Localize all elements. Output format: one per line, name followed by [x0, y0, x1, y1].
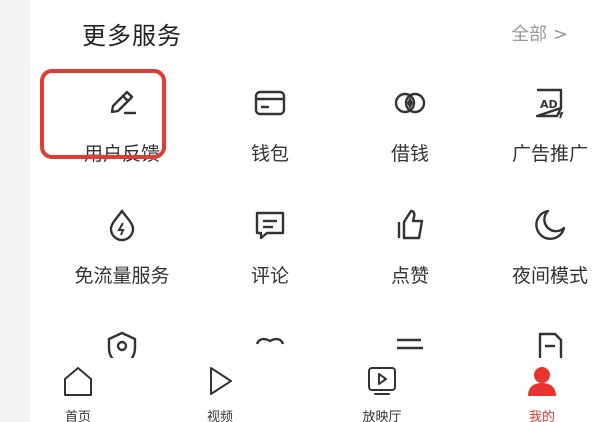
data-drop-icon: [109, 209, 135, 242]
shield-user-icon: [107, 331, 137, 358]
ad-icon: AD: [535, 88, 564, 119]
service-label: 借钱: [390, 143, 429, 165]
tab-label: 视频: [206, 410, 233, 422]
app-screen: 更多服务 全部 > 用户反馈 钱包 借钱 AD 广告推广 免流量服务 评论 点赞…: [0, 0, 596, 422]
stack-icon: [397, 338, 423, 350]
comment-icon: [255, 211, 285, 240]
service-label: 广告推广: [511, 143, 588, 165]
loan-icon: [394, 92, 426, 114]
see-all-link[interactable]: 全部 >: [511, 20, 568, 46]
tab-label: 首页: [64, 410, 91, 422]
service-ad[interactable]: AD 广告推广: [490, 84, 596, 174]
tab-theater[interactable]: 放映厅: [322, 358, 442, 422]
document-icon: [538, 332, 563, 358]
service-partial-3[interactable]: [350, 330, 470, 358]
service-night-mode[interactable]: 夜间模式: [490, 206, 596, 296]
moon-icon: [535, 209, 566, 240]
wallet-icon: [254, 90, 286, 116]
tab-video[interactable]: 视频: [160, 358, 280, 422]
service-partial-1[interactable]: [62, 330, 182, 358]
bottom-tab-bar: 首页 视频 放映厅 我的: [30, 358, 596, 422]
service-like[interactable]: 点赞: [350, 206, 470, 296]
section-title: 更多服务: [82, 22, 182, 50]
service-label: 夜间模式: [511, 265, 588, 287]
service-label: 免流量服务: [74, 265, 170, 287]
service-label: 评论: [250, 265, 289, 287]
feedback-highlight-box: [40, 69, 166, 159]
thumbs-up-icon: [397, 209, 424, 240]
tab-profile[interactable]: 我的: [482, 358, 596, 422]
more-services-card: 更多服务 全部 > 用户反馈 钱包 借钱 AD 广告推广 免流量服务 评论 点赞…: [30, 0, 596, 358]
tab-label: 放映厅: [362, 410, 402, 422]
chart-cloud-icon: [255, 337, 285, 345]
tab-home[interactable]: 首页: [18, 358, 138, 422]
service-label: 钱包: [250, 143, 289, 165]
service-loan[interactable]: 借钱: [350, 84, 470, 174]
profile-icon: [528, 367, 556, 396]
home-icon: [64, 367, 92, 396]
theater-icon: [368, 367, 396, 395]
service-free-data[interactable]: 免流量服务: [62, 206, 182, 296]
tab-label: 我的: [528, 410, 555, 422]
play-icon: [210, 367, 232, 395]
service-comment[interactable]: 评论: [210, 206, 330, 296]
service-partial-2[interactable]: [210, 330, 330, 358]
service-wallet[interactable]: 钱包: [210, 84, 330, 174]
service-partial-4[interactable]: [490, 330, 596, 358]
svg-text:AD: AD: [540, 98, 558, 111]
service-label: 点赞: [390, 265, 429, 287]
